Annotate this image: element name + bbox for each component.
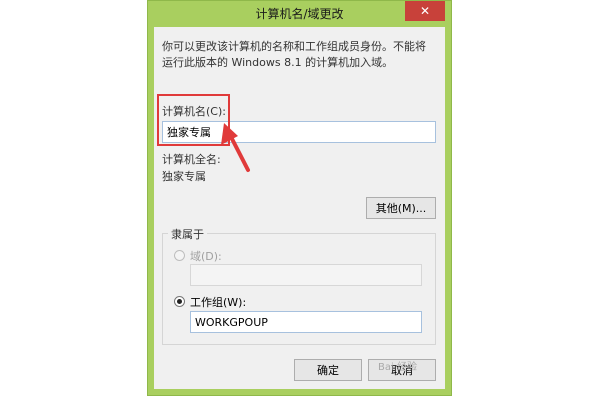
domain-label: 域(D): xyxy=(190,250,222,263)
ok-button[interactable]: 确定 xyxy=(294,359,362,381)
title-bar[interactable]: 计算机名/域更改 ✕ xyxy=(148,1,451,25)
other-button[interactable]: 其他(M)... xyxy=(366,197,436,219)
workgroup-value: WORKGPOUP xyxy=(195,315,268,329)
domain-input[interactable] xyxy=(190,264,422,286)
close-icon: ✕ xyxy=(419,4,431,18)
full-name-label: 计算机全名: xyxy=(162,153,221,166)
domain-radio[interactable] xyxy=(174,250,185,261)
member-of-label: 隶属于 xyxy=(168,226,207,242)
description-text: 你可以更改该计算机的名称和工作组成员身份。不能将运行此版本的 Windows 8… xyxy=(162,40,426,69)
full-name-value: 独家专属 xyxy=(162,170,206,183)
workgroup-input[interactable]: WORKGPOUP xyxy=(190,311,422,333)
workgroup-label: 工作组(W): xyxy=(190,296,247,309)
highlight-annotation-box xyxy=(157,94,230,146)
dialog-title: 计算机名/域更改 xyxy=(255,6,344,21)
close-button[interactable]: ✕ xyxy=(405,1,445,21)
workgroup-radio[interactable] xyxy=(174,296,185,307)
watermark: Bai 经验 xyxy=(378,362,417,373)
dialog-body: 你可以更改该计算机的名称和工作组成员身份。不能将运行此版本的 Windows 8… xyxy=(154,27,445,389)
computer-name-dialog: 计算机名/域更改 ✕ 你可以更改该计算机的名称和工作组成员身份。不能将运行此版本… xyxy=(147,0,452,396)
